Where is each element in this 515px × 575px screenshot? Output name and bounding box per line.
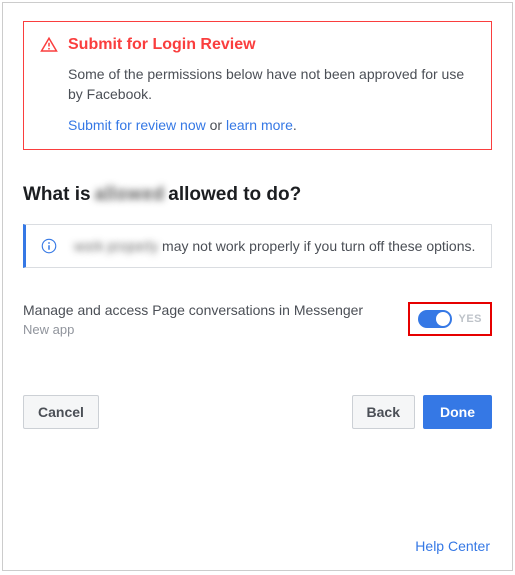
toggle-state-label: YES: [458, 313, 482, 325]
cancel-button[interactable]: Cancel: [23, 395, 99, 429]
warning-icon: [40, 36, 58, 54]
app-name-blurred: allowed: [91, 184, 169, 206]
alert-description: Some of the permissions below have not b…: [68, 64, 475, 105]
alert-header: Submit for Login Review: [40, 36, 475, 54]
submit-review-link[interactable]: Submit for review now: [68, 117, 206, 133]
permission-title: Manage and access Page conversations in …: [23, 302, 398, 318]
dialog-container: Submit for Login Review Some of the perm…: [2, 2, 513, 571]
learn-more-link[interactable]: learn more: [226, 117, 293, 133]
alert-links: Submit for review now or learn more.: [68, 117, 475, 133]
alert-title: Submit for Login Review: [68, 36, 256, 54]
back-button[interactable]: Back: [352, 395, 415, 429]
info-text: may not work properly if you turn off th…: [162, 238, 475, 254]
heading-prefix: What is: [23, 184, 91, 206]
button-row: Cancel Back Done: [23, 395, 492, 429]
page-title: What is allowed allowed to do?: [23, 184, 492, 206]
info-text-wrap: work properlymay not work properly if yo…: [70, 238, 475, 254]
done-button[interactable]: Done: [423, 395, 492, 429]
info-icon: [40, 237, 58, 255]
permission-subtitle: New app: [23, 322, 398, 337]
toggle-highlight-box: YES: [408, 302, 492, 336]
separator-text: or: [206, 117, 226, 133]
button-group-right: Back Done: [352, 395, 492, 429]
help-center-link[interactable]: Help Center: [415, 538, 490, 554]
login-review-alert: Submit for Login Review Some of the perm…: [23, 21, 492, 150]
permission-toggle[interactable]: [418, 310, 452, 328]
info-banner: work properlymay not work properly if yo…: [23, 224, 492, 268]
info-blurred: work properly: [70, 238, 162, 254]
permission-row: Manage and access Page conversations in …: [23, 302, 492, 337]
heading-suffix: allowed to do?: [168, 184, 301, 206]
punctuation: .: [293, 117, 297, 133]
permission-text: Manage and access Page conversations in …: [23, 302, 398, 337]
